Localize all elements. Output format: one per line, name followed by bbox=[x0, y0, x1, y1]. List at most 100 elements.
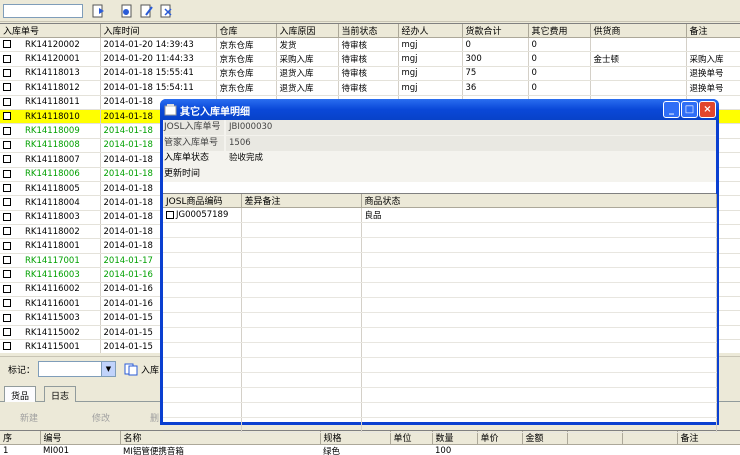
table-row[interactable]: RK14120001 2014-01-20 11:44:33 京东仓库 采购入库 待审核… bbox=[0, 51, 740, 67]
row-checkbox[interactable] bbox=[3, 126, 11, 135]
column-header[interactable]: 单位 bbox=[390, 431, 433, 445]
column-header[interactable]: JOSL商品编码 bbox=[163, 194, 242, 208]
row-checkbox[interactable] bbox=[3, 212, 11, 221]
row-checkbox[interactable] bbox=[3, 184, 11, 193]
row-checkbox[interactable] bbox=[3, 227, 11, 236]
column-header[interactable]: 入库单号 bbox=[0, 24, 101, 38]
table-cell: RK14118011 bbox=[0, 95, 101, 110]
cell-text: 2014-01-16 bbox=[103, 298, 153, 309]
column-header[interactable]: 数量 bbox=[432, 431, 478, 445]
mark-select[interactable]: ▼ bbox=[38, 361, 116, 377]
table-cell: RK14118008 bbox=[0, 138, 101, 154]
row-checkbox[interactable] bbox=[3, 198, 11, 207]
cell-text: RK14118003 bbox=[25, 212, 80, 223]
row-checkbox[interactable] bbox=[3, 68, 11, 77]
tab-log[interactable]: 日志 bbox=[44, 386, 77, 402]
delete-button[interactable]: 删 bbox=[150, 411, 159, 424]
table-cell bbox=[361, 252, 717, 268]
field-value[interactable] bbox=[226, 167, 716, 182]
column-header[interactable]: 供货商 bbox=[590, 24, 687, 38]
column-header[interactable]: 编号 bbox=[40, 431, 121, 445]
export-icon[interactable] bbox=[160, 4, 174, 18]
dialog-titlebar[interactable]: 其它入库单明细 _ □ × bbox=[160, 99, 719, 120]
table-cell bbox=[163, 357, 242, 373]
column-header[interactable]: 序 bbox=[0, 431, 41, 445]
cell-text: RK14115002 bbox=[25, 327, 80, 338]
column-header[interactable]: 仓库 bbox=[216, 24, 277, 38]
column-header[interactable]: 备注 bbox=[677, 431, 740, 445]
close-icon[interactable]: × bbox=[699, 101, 716, 118]
column-header[interactable]: 规格 bbox=[320, 431, 391, 445]
chevron-down-icon[interactable]: ▼ bbox=[101, 362, 115, 376]
tab-goods[interactable]: 货品 bbox=[4, 386, 37, 402]
table-row[interactable]: JG00057189 良品 bbox=[163, 207, 717, 223]
column-header[interactable]: 货款合计 bbox=[462, 24, 529, 38]
table-row[interactable]: 1 MI001 MI铝管便携音箱 绿色 100 bbox=[0, 445, 740, 455]
empty-row bbox=[163, 222, 717, 238]
column-header[interactable]: 商品状态 bbox=[361, 194, 717, 208]
new-button[interactable]: 新建 bbox=[20, 411, 38, 424]
row-checkbox[interactable] bbox=[3, 140, 11, 149]
table-row[interactable]: RK14120002 2014-01-20 14:39:43 京东仓库 发货 待审核 mg… bbox=[0, 37, 740, 53]
column-header[interactable]: 经办人 bbox=[398, 24, 463, 38]
cell-text: 2014-01-16 bbox=[103, 284, 153, 295]
row-checkbox[interactable] bbox=[3, 97, 11, 106]
table-row[interactable]: RK14118012 2014-01-18 15:54:11 京东仓库 退货入库 待审核… bbox=[0, 80, 740, 96]
table-cell: JG00057189 bbox=[163, 207, 242, 223]
row-checkbox[interactable] bbox=[3, 313, 11, 322]
maximize-icon[interactable]: □ bbox=[681, 101, 698, 118]
empty-row bbox=[163, 237, 717, 253]
table-cell bbox=[361, 297, 717, 313]
row-checkbox[interactable] bbox=[3, 299, 11, 308]
table-row[interactable]: RK14118013 2014-01-18 15:55:41 京东仓库 退货入库 待审核… bbox=[0, 66, 740, 82]
edit-icon[interactable] bbox=[140, 4, 154, 18]
row-checkbox[interactable] bbox=[3, 155, 11, 164]
top-toolbar bbox=[0, 0, 740, 22]
row-checkbox[interactable] bbox=[166, 210, 174, 219]
cell-text: 发货 bbox=[279, 40, 297, 51]
row-checkbox[interactable] bbox=[3, 328, 11, 336]
row-checkbox[interactable] bbox=[3, 112, 11, 121]
column-header[interactable]: 其它费用 bbox=[528, 24, 591, 38]
column-header[interactable]: 备注 bbox=[686, 24, 740, 38]
field-value[interactable]: 验收完成 bbox=[226, 151, 716, 166]
stock-in-label[interactable]: 入库 bbox=[141, 363, 159, 376]
row-checkbox[interactable] bbox=[3, 270, 11, 279]
column-header[interactable]: 入库原因 bbox=[276, 24, 339, 38]
table-cell bbox=[361, 357, 717, 373]
table-cell bbox=[241, 282, 362, 298]
cell-text: 2014-01-18 bbox=[103, 169, 153, 180]
page-icon[interactable] bbox=[120, 4, 134, 18]
table-cell bbox=[241, 357, 362, 373]
cell-text: RK14116002 bbox=[25, 284, 80, 295]
row-checkbox[interactable] bbox=[3, 54, 11, 63]
edit-button[interactable]: 修改 bbox=[92, 411, 110, 424]
column-header[interactable]: 金额 bbox=[522, 431, 568, 445]
row-checkbox[interactable] bbox=[3, 342, 11, 351]
column-header[interactable]: 当前状态 bbox=[338, 24, 399, 38]
minimize-icon[interactable]: _ bbox=[663, 101, 680, 118]
column-header[interactable]: 单价 bbox=[477, 431, 523, 445]
stock-in-icon[interactable] bbox=[124, 362, 138, 376]
column-header[interactable] bbox=[622, 431, 678, 445]
cell-text: RK14116001 bbox=[25, 298, 80, 309]
column-header[interactable]: 差异备注 bbox=[241, 194, 362, 208]
cell-text: RK14118004 bbox=[25, 197, 80, 208]
row-checkbox[interactable] bbox=[3, 284, 11, 293]
row-checkbox[interactable] bbox=[3, 256, 11, 265]
row-checkbox[interactable] bbox=[3, 169, 11, 178]
search-input[interactable] bbox=[3, 4, 83, 18]
column-header[interactable] bbox=[567, 431, 623, 445]
table-cell: RK14115003 bbox=[0, 310, 101, 326]
row-checkbox[interactable] bbox=[3, 241, 11, 250]
column-header[interactable]: 名称 bbox=[120, 431, 321, 445]
row-checkbox[interactable] bbox=[3, 83, 11, 92]
table-cell bbox=[163, 372, 242, 388]
row-checkbox[interactable] bbox=[3, 40, 11, 49]
go-icon[interactable] bbox=[92, 4, 106, 18]
cell-text: 金士顿 bbox=[593, 55, 620, 66]
cell-text: mgj bbox=[401, 82, 418, 93]
cell-text: RK14115003 bbox=[25, 313, 80, 324]
cell-text: 300 bbox=[465, 54, 482, 65]
column-header[interactable]: 入库时间 bbox=[100, 24, 217, 38]
